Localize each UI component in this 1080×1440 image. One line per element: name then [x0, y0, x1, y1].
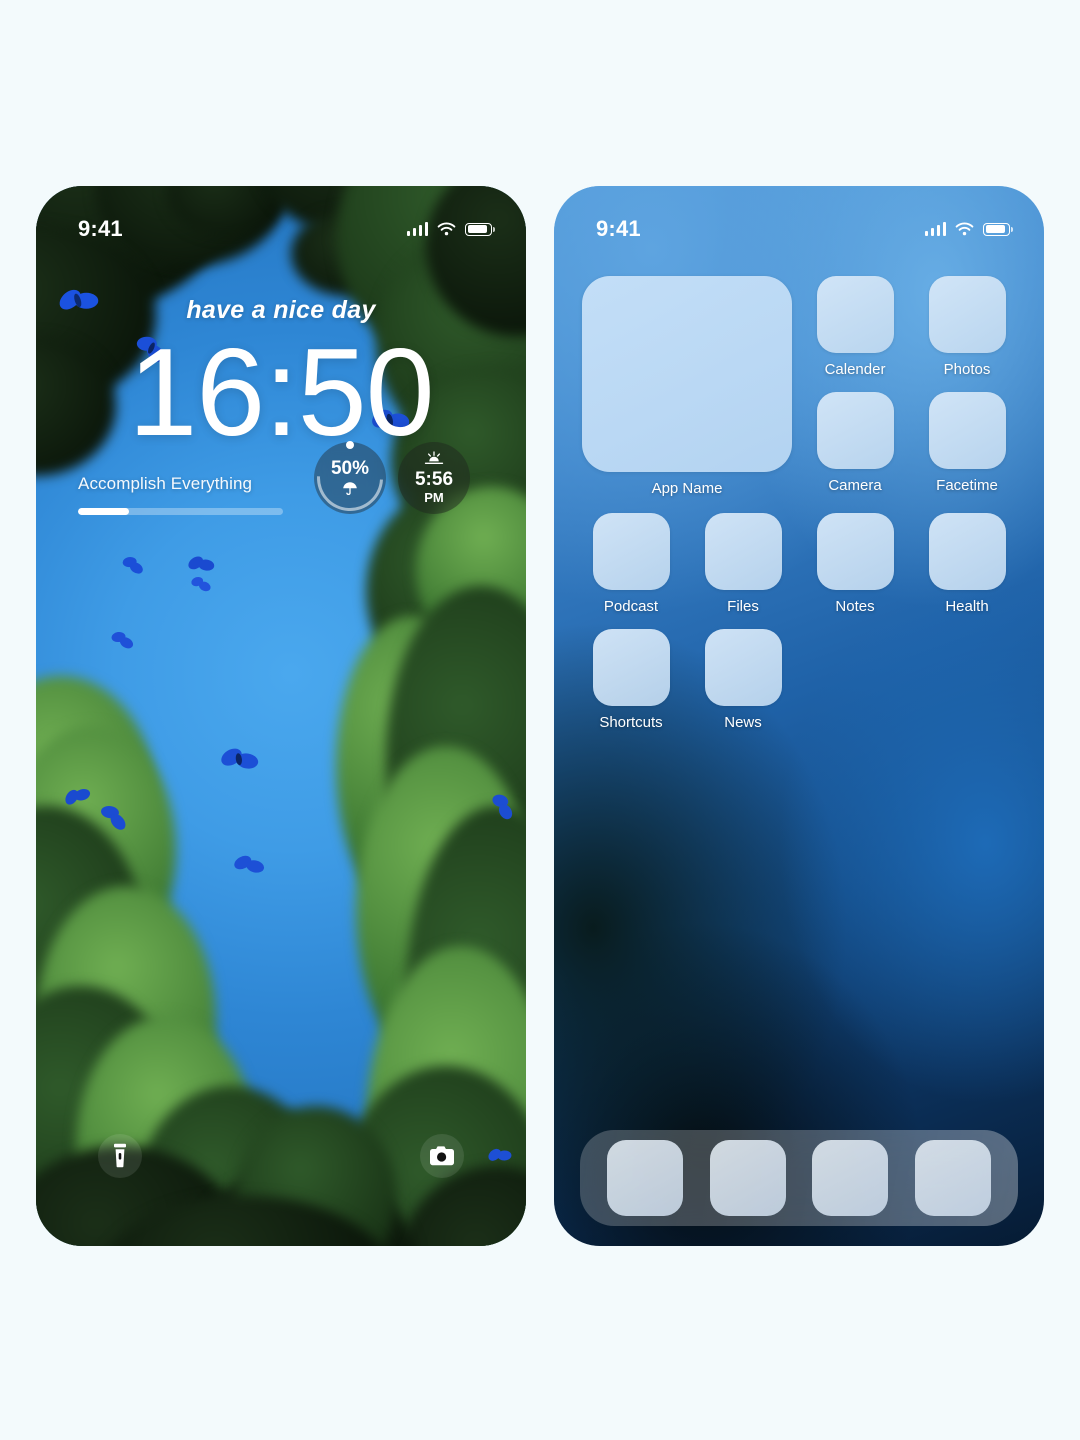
dock-icon-3[interactable] [812, 1140, 889, 1216]
app-icon-photos[interactable] [928, 276, 1006, 353]
butterfly-decoration [120, 553, 146, 576]
battery-icon [465, 222, 495, 236]
app-calender[interactable]: Calender [806, 276, 904, 378]
app-label-calender: Calender [824, 361, 886, 378]
app-podcast[interactable]: Podcast [582, 513, 680, 615]
app-camera[interactable]: Camera [806, 392, 904, 494]
app-icon-health[interactable] [928, 513, 1006, 590]
app-widget-large[interactable]: App Name [582, 276, 792, 497]
app-photos[interactable]: Photos [918, 276, 1016, 378]
lock-task-progress-bar [78, 508, 283, 515]
app-label-notes: Notes [835, 598, 875, 615]
signal-bars-icon [406, 222, 428, 236]
home-screen-phone: 9:41 App Name Calender Camera Photos Fac… [554, 186, 1044, 1246]
flashlight-button[interactable] [98, 1134, 142, 1178]
app-icon-podcast[interactable] [592, 513, 670, 590]
status-bar-time: 9:41 [596, 216, 641, 241]
app-label-files: Files [727, 598, 759, 615]
butterfly-decoration [186, 552, 215, 576]
butterfly-decoration [190, 575, 212, 593]
app-facetime[interactable]: Facetime [918, 392, 1016, 494]
app-label-photos: Photos [943, 361, 991, 378]
precipitation-ring-dot [346, 441, 354, 449]
wifi-icon [437, 222, 456, 236]
status-bar-time: 9:41 [78, 216, 123, 241]
widget-tile[interactable] [582, 276, 792, 472]
app-label-shortcuts: Shortcuts [599, 714, 663, 731]
app-icon-camera[interactable] [816, 392, 894, 469]
precipitation-widget[interactable]: 50% [303, 431, 397, 525]
sunset-time: 5:56 [414, 468, 454, 490]
app-notes[interactable]: Notes [806, 513, 904, 615]
app-label-health: Health [945, 598, 989, 615]
app-icon-facetime[interactable] [928, 392, 1006, 469]
lock-task-label: Accomplish Everything [78, 474, 253, 493]
butterfly-decoration [219, 743, 261, 776]
flashlight-icon [114, 1143, 126, 1168]
lock-status-bar: 9:41 [36, 186, 526, 250]
dock-icon-1[interactable] [607, 1140, 684, 1216]
app-label-facetime: Facetime [936, 477, 998, 494]
widget-label: App Name [651, 480, 723, 497]
home-dock [580, 1130, 1018, 1226]
wifi-icon [955, 222, 974, 236]
app-icon-files[interactable] [704, 513, 782, 590]
butterfly-decoration [233, 853, 265, 878]
grid-empty-slot [806, 629, 904, 731]
signal-bars-icon [924, 222, 946, 236]
app-icon-news[interactable] [704, 629, 782, 706]
app-icon-notes[interactable] [816, 513, 894, 590]
lock-widget-row: 50% 5:56 PM [303, 431, 470, 525]
home-status-bar: 9:41 [554, 186, 1044, 250]
home-icon-grid: App Name Calender Camera Photos Facetime… [582, 276, 1016, 745]
app-label-podcast: Podcast [603, 598, 659, 615]
app-health[interactable]: Health [918, 513, 1016, 615]
lock-screen-phone: 9:41 have a nice day 16:50 Accomplish Ev… [36, 186, 526, 1246]
app-icon-shortcuts[interactable] [592, 629, 670, 706]
camera-icon [430, 1146, 454, 1166]
app-label-news: News [724, 714, 762, 731]
dock-icon-2[interactable] [709, 1140, 786, 1216]
sunset-period: PM [424, 489, 444, 505]
butterfly-decoration [109, 629, 136, 652]
grid-empty-slot [918, 629, 1016, 731]
sunset-widget[interactable]: 5:56 PM [398, 442, 470, 514]
app-files[interactable]: Files [694, 513, 792, 615]
icon-row-2: Podcast Files Notes Health [582, 513, 1016, 615]
app-icon-calender[interactable] [816, 276, 894, 353]
icon-column-3: Calender Camera [806, 276, 904, 497]
app-news[interactable]: News [694, 629, 792, 731]
camera-button[interactable] [420, 1134, 464, 1178]
app-shortcuts[interactable]: Shortcuts [582, 629, 680, 731]
lock-action-row [36, 1134, 526, 1178]
lock-task-widget[interactable]: Accomplish Everything [78, 474, 283, 515]
sunset-icon [424, 451, 444, 469]
dock-icon-4[interactable] [914, 1140, 991, 1216]
app-label-camera: Camera [828, 477, 882, 494]
icon-row-3: Shortcuts News [582, 629, 1016, 731]
battery-icon [983, 222, 1013, 236]
icon-column-4: Photos Facetime [918, 276, 1016, 497]
